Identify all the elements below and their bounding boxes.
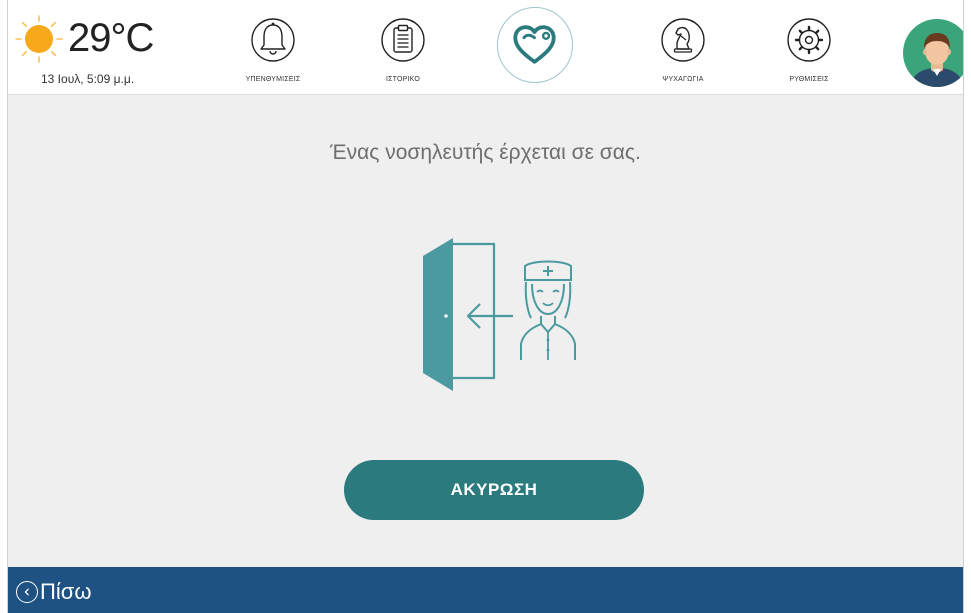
nurse-entering-door-icon bbox=[423, 238, 576, 391]
clipboard-icon bbox=[381, 18, 425, 62]
nav-settings-label: ΡΥΘΜΙΣΕΙΣ bbox=[789, 76, 829, 83]
nav-settings[interactable]: ΡΥΘΜΙΣΕΙΣ bbox=[759, 16, 859, 92]
heart-stethoscope-icon bbox=[513, 25, 556, 64]
back-button[interactable]: Πίσω bbox=[16, 578, 92, 606]
bell-icon bbox=[251, 18, 295, 62]
nav-entertainment[interactable]: ΨΥΧΑΓΩΓΙΑ bbox=[633, 16, 733, 92]
back-label: Πίσω bbox=[40, 579, 92, 604]
nav-reminders[interactable]: ΥΠΕΝΘΥΜΙΣΕΙΣ bbox=[223, 16, 323, 92]
bottom-bar: Πίσω bbox=[8, 567, 963, 613]
top-bar: 29°C 13 Ιουλ, 5:09 μ.μ. ΥΠΕΝΘΥΜΙΣΕΙΣ ΙΣΤ… bbox=[8, 0, 963, 95]
app-screen: 29°C 13 Ιουλ, 5:09 μ.μ. ΥΠΕΝΘΥΜΙΣΕΙΣ ΙΣΤ… bbox=[7, 0, 964, 613]
temperature: 29°C bbox=[68, 16, 154, 60]
home-button[interactable] bbox=[497, 7, 573, 83]
nav-reminders-label: ΥΠΕΝΘΥΜΙΣΕΙΣ bbox=[245, 76, 301, 83]
cancel-button[interactable]: ΑΚΥΡΩΣΗ bbox=[344, 460, 644, 520]
chess-knight-icon bbox=[661, 18, 705, 62]
nav-history-label: ΙΣΤΟΡΙΚΟ bbox=[386, 76, 420, 83]
user-avatar-icon[interactable] bbox=[902, 18, 964, 88]
gear-icon bbox=[787, 18, 831, 62]
weather-widget: 29°C 13 Ιουλ, 5:09 μ.μ. bbox=[14, 14, 184, 88]
status-message: Ένας νοσηλευτής έρχεται σε σας. bbox=[330, 141, 641, 164]
nav-history[interactable]: ΙΣΤΟΡΙΚΟ bbox=[353, 16, 453, 92]
sun-icon bbox=[15, 15, 63, 63]
nav-entertainment-label: ΨΥΧΑΓΩΓΙΑ bbox=[662, 76, 704, 83]
back-circle bbox=[16, 581, 38, 603]
chevron-left-icon bbox=[24, 588, 29, 596]
date-time: 13 Ιουλ, 5:09 μ.μ. bbox=[41, 72, 135, 86]
